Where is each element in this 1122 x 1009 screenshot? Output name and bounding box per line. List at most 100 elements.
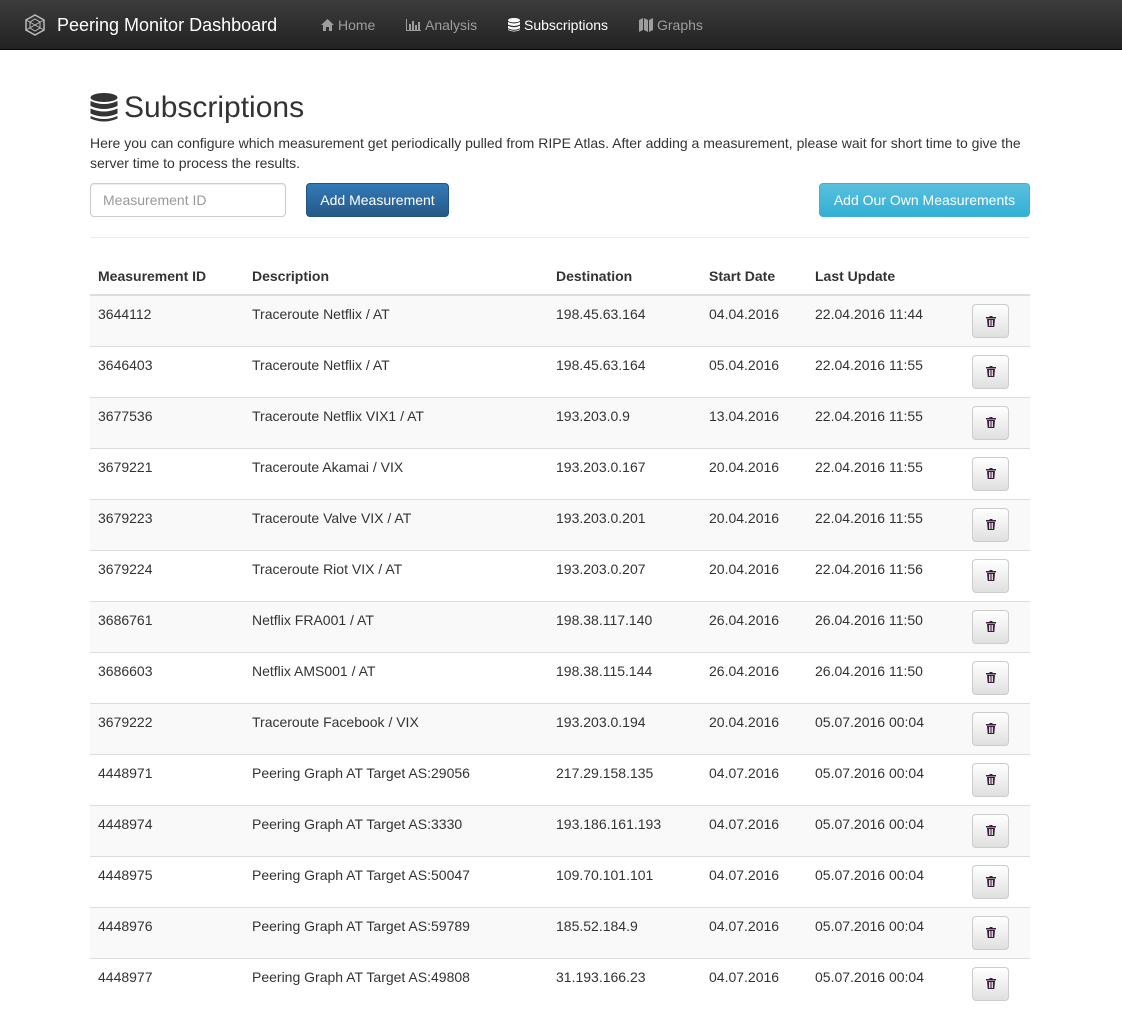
cell-destination: 193.203.0.207 xyxy=(548,549,701,601)
delete-button[interactable] xyxy=(972,966,1009,1001)
cell-start-date: 26.04.2016 xyxy=(701,600,807,652)
cell-description: Traceroute Valve VIX / AT xyxy=(244,498,548,550)
cell-measurement-id: 3644112 xyxy=(90,295,244,346)
cell-destination: 193.186.161.193 xyxy=(548,804,701,856)
cell-actions xyxy=(964,753,1030,805)
cell-actions xyxy=(964,295,1030,346)
cell-last-update: 05.07.2016 00:04 xyxy=(807,906,964,958)
cell-measurement-id: 3677536 xyxy=(90,396,244,448)
cell-destination: 198.38.117.140 xyxy=(548,600,701,652)
measurement-id-input[interactable] xyxy=(90,183,286,217)
trash-icon xyxy=(985,468,996,479)
delete-button[interactable] xyxy=(972,304,1009,338)
cell-measurement-id: 4448971 xyxy=(90,753,244,805)
nav-analysis[interactable]: Analysis xyxy=(406,17,477,33)
table-row: 3686761 Netflix FRA001 / AT 198.38.117.140… xyxy=(90,600,1030,652)
cell-destination: 31.193.166.23 xyxy=(548,957,701,1009)
cell-last-update: 05.07.2016 00:04 xyxy=(807,702,964,754)
cell-description: Traceroute Akamai / VIX xyxy=(244,447,548,499)
cell-description: Peering Graph AT Target AS:50047 xyxy=(244,855,548,907)
cell-last-update: 05.07.2016 00:04 xyxy=(807,957,964,1009)
delete-button[interactable] xyxy=(972,354,1009,389)
cell-start-date: 04.07.2016 xyxy=(701,855,807,907)
nav-subscriptions-label: Subscriptions xyxy=(524,17,609,33)
cell-description: Traceroute Netflix VIX1 / AT xyxy=(244,396,548,448)
nav-home-label: Home xyxy=(338,17,376,33)
table-row: 4448974 Peering Graph AT Target AS:3330 19… xyxy=(90,804,1030,856)
add-own-measurements-button[interactable]: Add Our Own Measurements xyxy=(819,183,1030,217)
cell-actions xyxy=(964,804,1030,856)
delete-button[interactable] xyxy=(972,915,1009,950)
cell-last-update: 22.04.2016 11:55 xyxy=(807,447,964,499)
cell-destination: 198.45.63.164 xyxy=(548,345,701,397)
delete-button[interactable] xyxy=(972,813,1009,848)
cell-actions xyxy=(964,651,1030,703)
database-icon xyxy=(90,93,118,122)
trash-icon xyxy=(985,774,996,785)
delete-button[interactable] xyxy=(972,660,1009,695)
cell-start-date: 20.04.2016 xyxy=(701,498,807,550)
delete-button[interactable] xyxy=(972,711,1009,746)
cell-last-update: 22.04.2016 11:55 xyxy=(807,396,964,448)
cell-actions xyxy=(964,549,1030,601)
cell-description: Traceroute Netflix / AT xyxy=(244,295,548,346)
trash-icon xyxy=(985,672,996,683)
table-row: 3646403 Traceroute Netflix / AT 198.45.63.… xyxy=(90,345,1030,397)
cell-destination: 217.29.158.135 xyxy=(548,753,701,805)
trash-icon xyxy=(985,876,996,887)
top-navbar: Peering Monitor Dashboard Home Analysis xyxy=(0,0,1122,50)
cell-last-update: 05.07.2016 00:04 xyxy=(807,804,964,856)
cell-last-update: 22.04.2016 11:55 xyxy=(807,345,964,397)
cell-start-date: 04.07.2016 xyxy=(701,804,807,856)
cell-measurement-id: 4448975 xyxy=(90,855,244,907)
map-icon xyxy=(639,18,653,32)
cell-description: Traceroute Riot VIX / AT xyxy=(244,549,548,601)
stats-icon xyxy=(406,19,421,31)
nav-graphs[interactable]: Graphs xyxy=(639,17,703,33)
trash-icon xyxy=(985,570,996,581)
delete-button[interactable] xyxy=(972,405,1009,440)
cell-actions xyxy=(964,396,1030,448)
delete-button[interactable] xyxy=(972,558,1009,593)
cell-actions xyxy=(964,702,1030,754)
subscriptions-table-wrap: Measurement ID Description Destination S… xyxy=(90,258,1030,1009)
cell-last-update: 05.07.2016 00:04 xyxy=(807,753,964,805)
delete-button[interactable] xyxy=(972,609,1009,644)
nav-analysis-label: Analysis xyxy=(425,17,478,33)
cell-destination: 185.52.184.9 xyxy=(548,906,701,958)
nav-subscriptions[interactable]: Subscriptions xyxy=(508,17,608,33)
table-row: 3679223 Traceroute Valve VIX / AT 193.203.… xyxy=(90,498,1030,550)
cell-actions xyxy=(964,600,1030,652)
delete-button[interactable] xyxy=(972,864,1009,899)
cell-destination: 193.203.0.167 xyxy=(548,447,701,499)
cell-start-date: 04.07.2016 xyxy=(701,957,807,1009)
delete-button[interactable] xyxy=(972,762,1009,797)
cell-destination: 198.38.115.144 xyxy=(548,651,701,703)
cell-description: Netflix FRA001 / AT xyxy=(244,600,548,652)
col-header-start-date: Start Date xyxy=(701,258,807,296)
cell-actions xyxy=(964,957,1030,1009)
nav-graphs-label: Graphs xyxy=(657,17,703,33)
col-header-last-update: Last Update xyxy=(807,258,964,296)
table-row: 3677536 Traceroute Netflix VIX1 / AT 193.2… xyxy=(90,396,1030,448)
cell-description: Traceroute Facebook / VIX xyxy=(244,702,548,754)
delete-button[interactable] xyxy=(972,456,1009,491)
cell-actions xyxy=(964,855,1030,907)
cell-description: Peering Graph AT Target AS:29056 xyxy=(244,753,548,805)
database-icon xyxy=(508,18,520,32)
col-header-description: Description xyxy=(244,258,548,296)
delete-button[interactable] xyxy=(972,507,1009,542)
cell-description: Peering Graph AT Target AS:59789 xyxy=(244,906,548,958)
cell-measurement-id: 3679224 xyxy=(90,549,244,601)
cell-actions xyxy=(964,498,1030,550)
table-row: 3679224 Traceroute Riot VIX / AT 193.203.0… xyxy=(90,549,1030,601)
cell-last-update: 05.07.2016 00:04 xyxy=(807,855,964,907)
trash-icon xyxy=(985,978,996,989)
cell-measurement-id: 3679222 xyxy=(90,702,244,754)
cell-destination: 193.203.0.194 xyxy=(548,702,701,754)
nav-home[interactable]: Home xyxy=(321,17,375,33)
cell-description: Netflix AMS001 / AT xyxy=(244,651,548,703)
subscriptions-table: Measurement ID Description Destination S… xyxy=(90,258,1030,1009)
cell-description: Traceroute Netflix / AT xyxy=(244,345,548,397)
add-measurement-button[interactable]: Add Measurement xyxy=(306,183,449,217)
